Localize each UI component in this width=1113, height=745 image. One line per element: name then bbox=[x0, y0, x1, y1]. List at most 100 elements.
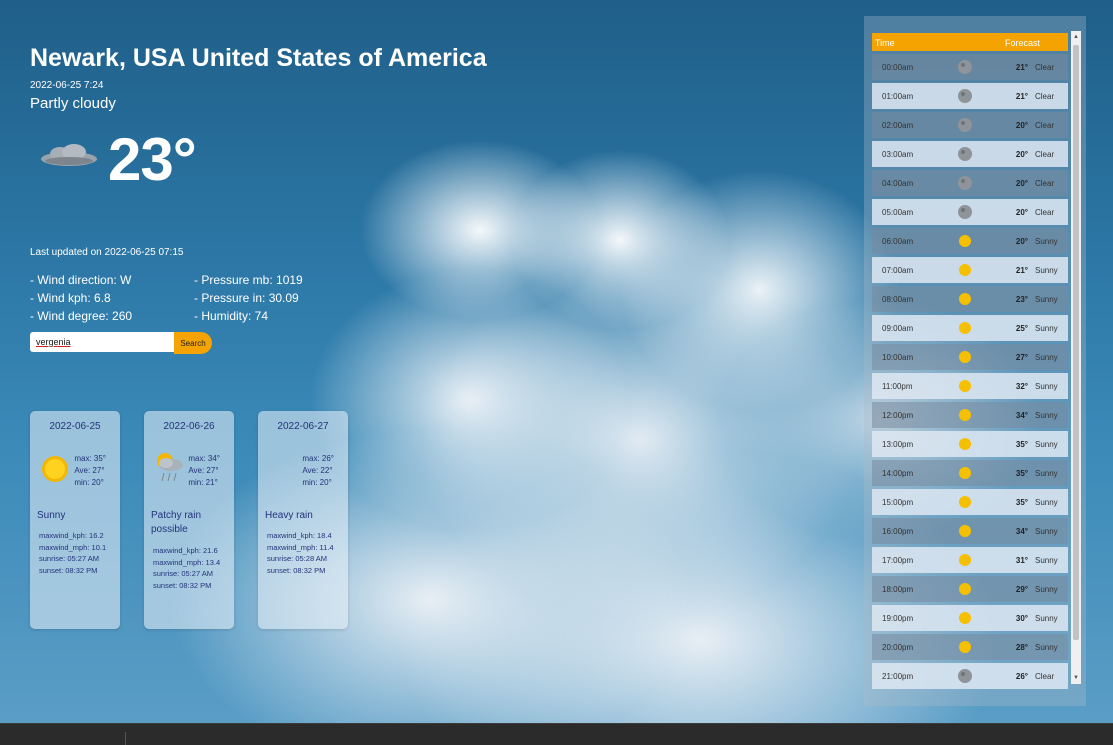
day-maxwind-mph: maxwind_mph: 11.4 bbox=[267, 542, 334, 552]
hourly-condition: Sunny bbox=[1035, 295, 1058, 304]
hourly-temp: 31° bbox=[1015, 556, 1028, 565]
day-max: max: 26° bbox=[302, 454, 334, 463]
hourly-condition: Sunny bbox=[1035, 643, 1058, 652]
day-maxwind-kph: maxwind_kph: 16.2 bbox=[39, 531, 104, 540]
hourly-row: 03:00am 20° Clear bbox=[872, 141, 1068, 167]
sun-icon bbox=[959, 525, 971, 537]
hourly-row: 14:00pm 35° Sunny bbox=[872, 460, 1068, 486]
day-date: 2022-06-27 bbox=[277, 421, 329, 432]
hourly-condition: Sunny bbox=[1035, 237, 1058, 246]
humidity: - Humidity: 74 bbox=[194, 309, 269, 323]
sun-icon bbox=[959, 322, 971, 334]
hourly-time: 15:00pm bbox=[882, 498, 914, 507]
sun-icon bbox=[959, 467, 971, 479]
hourly-temp: 20° bbox=[1015, 150, 1028, 159]
hourly-temp: 25° bbox=[1015, 324, 1028, 333]
wind-kph: - Wind kph: 6.8 bbox=[30, 291, 111, 305]
search-input[interactable] bbox=[30, 332, 178, 352]
hourly-time: 06:00am bbox=[882, 237, 914, 246]
hourly-time: 03:00am bbox=[882, 150, 914, 159]
hourly-time: 14:00pm bbox=[882, 469, 914, 478]
moon-icon bbox=[958, 89, 972, 103]
hourly-temp: 23° bbox=[1015, 295, 1028, 304]
day-min: min: 21° bbox=[188, 478, 218, 487]
partly-cloudy-night-icon bbox=[41, 144, 97, 166]
day-avg: Ave: 27° bbox=[74, 466, 105, 475]
hourly-temp: 27° bbox=[1015, 353, 1028, 362]
day-temps: max: 35° Ave: 27° min: 20° bbox=[74, 453, 106, 489]
hourly-temp: 20° bbox=[1015, 208, 1028, 217]
hourly-time: 13:00pm bbox=[882, 440, 914, 449]
hourly-temp: 35° bbox=[1015, 440, 1028, 449]
local-datetime: 2022-06-25 7:24 bbox=[30, 80, 104, 91]
sun-icon bbox=[959, 641, 971, 653]
hourly-temp: 32° bbox=[1015, 382, 1028, 391]
hourly-row: 20:00pm 28° Sunny bbox=[872, 634, 1068, 660]
forecast-scrollbar[interactable]: ▲ ▼ bbox=[1071, 31, 1081, 684]
search-button[interactable]: Search bbox=[174, 332, 212, 354]
hourly-temp: 34° bbox=[1015, 527, 1028, 536]
hourly-row: 00:00am 21° Clear bbox=[872, 54, 1068, 80]
hourly-condition: Sunny bbox=[1035, 614, 1058, 623]
hourly-rows: 00:00am 21° Clear 01:00am 21° Clear 02:00am 20°… bbox=[872, 54, 1068, 689]
hourly-temp: 28° bbox=[1015, 643, 1028, 652]
hourly-row: 12:00pm 34° Sunny bbox=[872, 402, 1068, 428]
day-details: maxwind_kph: 16.2 maxwind_mph: 10.1 sunr… bbox=[39, 530, 106, 576]
hourly-condition: Clear bbox=[1035, 208, 1055, 217]
scroll-up-icon[interactable]: ▲ bbox=[1071, 31, 1081, 43]
day-max: max: 35° bbox=[74, 454, 106, 463]
current-condition: Partly cloudy bbox=[30, 95, 116, 112]
day-temps: max: 26° Ave: 22° min: 20° bbox=[302, 453, 334, 489]
sun-icon bbox=[959, 264, 971, 276]
hourly-row: 19:00pm 30° Sunny bbox=[872, 605, 1068, 631]
hourly-condition: Sunny bbox=[1035, 324, 1058, 333]
hourly-row: 21:00pm 26° Clear bbox=[872, 663, 1068, 689]
hourly-row: 17:00pm 31° Sunny bbox=[872, 547, 1068, 573]
hourly-row: 06:00am 20° Sunny bbox=[872, 228, 1068, 254]
day-max: max: 34° bbox=[188, 454, 220, 463]
pressure-in: - Pressure in: 30.09 bbox=[194, 291, 299, 305]
hourly-condition: Sunny bbox=[1035, 382, 1058, 391]
day-avg: Ave: 22° bbox=[302, 466, 333, 475]
moon-icon bbox=[958, 147, 972, 161]
hourly-temp: 20° bbox=[1015, 179, 1028, 188]
day-condition: Sunny bbox=[37, 510, 66, 521]
hourly-time: 08:00am bbox=[882, 295, 914, 304]
scroll-thumb[interactable] bbox=[1073, 45, 1079, 640]
taskbar bbox=[0, 723, 1113, 745]
scroll-down-icon[interactable]: ▼ bbox=[1071, 672, 1081, 684]
sun-icon bbox=[959, 583, 971, 595]
hourly-condition: Clear bbox=[1035, 63, 1055, 72]
hourly-forecast-list[interactable]: Time Forecast 00:00am 21° Clear 01:00am 21° C… bbox=[872, 33, 1068, 699]
hourly-row: 13:00pm 35° Sunny bbox=[872, 431, 1068, 457]
day-min: min: 20° bbox=[74, 478, 104, 487]
hourly-temp: 35° bbox=[1015, 469, 1028, 478]
hourly-time: 04:00am bbox=[882, 179, 914, 188]
hourly-time: 11:00pm bbox=[882, 382, 913, 391]
hourly-temp: 34° bbox=[1015, 411, 1028, 420]
hourly-condition: Sunny bbox=[1035, 440, 1058, 449]
sun-icon bbox=[959, 496, 971, 508]
day-temps: max: 34° Ave: 27° min: 21° bbox=[188, 453, 220, 489]
hourly-time: 01:00am bbox=[882, 92, 914, 101]
hourly-time: 09:00am bbox=[882, 324, 914, 333]
moon-icon bbox=[958, 669, 972, 683]
hourly-temp: 35° bbox=[1015, 498, 1028, 507]
hourly-temp: 20° bbox=[1015, 237, 1028, 246]
sun-icon bbox=[42, 456, 68, 482]
hourly-time: 20:00pm bbox=[882, 643, 914, 652]
hourly-forecast-panel: Time Forecast 00:00am 21° Clear 01:00am 21° C… bbox=[864, 16, 1086, 706]
day-avg: Ave: 27° bbox=[188, 466, 219, 475]
hourly-time: 05:00am bbox=[882, 208, 914, 217]
patchy-rain-icon bbox=[157, 453, 183, 482]
hourly-time: 07:00am bbox=[882, 266, 914, 275]
day-sunrise: sunrise: 05:27 AM bbox=[153, 569, 214, 578]
hourly-row: 04:00am 20° Clear bbox=[872, 170, 1068, 196]
sun-icon bbox=[959, 235, 971, 247]
hourly-time: 10:00am bbox=[882, 353, 914, 362]
hourly-row: 11:00pm 32° Sunny bbox=[872, 373, 1068, 399]
day-maxwind-mph: maxwind_mph: 10.1 bbox=[39, 542, 107, 552]
day-sunset: sunset: 08:32 PM bbox=[153, 580, 212, 590]
hourly-temp: 21° bbox=[1015, 266, 1028, 275]
hourly-condition: Sunny bbox=[1035, 411, 1058, 420]
